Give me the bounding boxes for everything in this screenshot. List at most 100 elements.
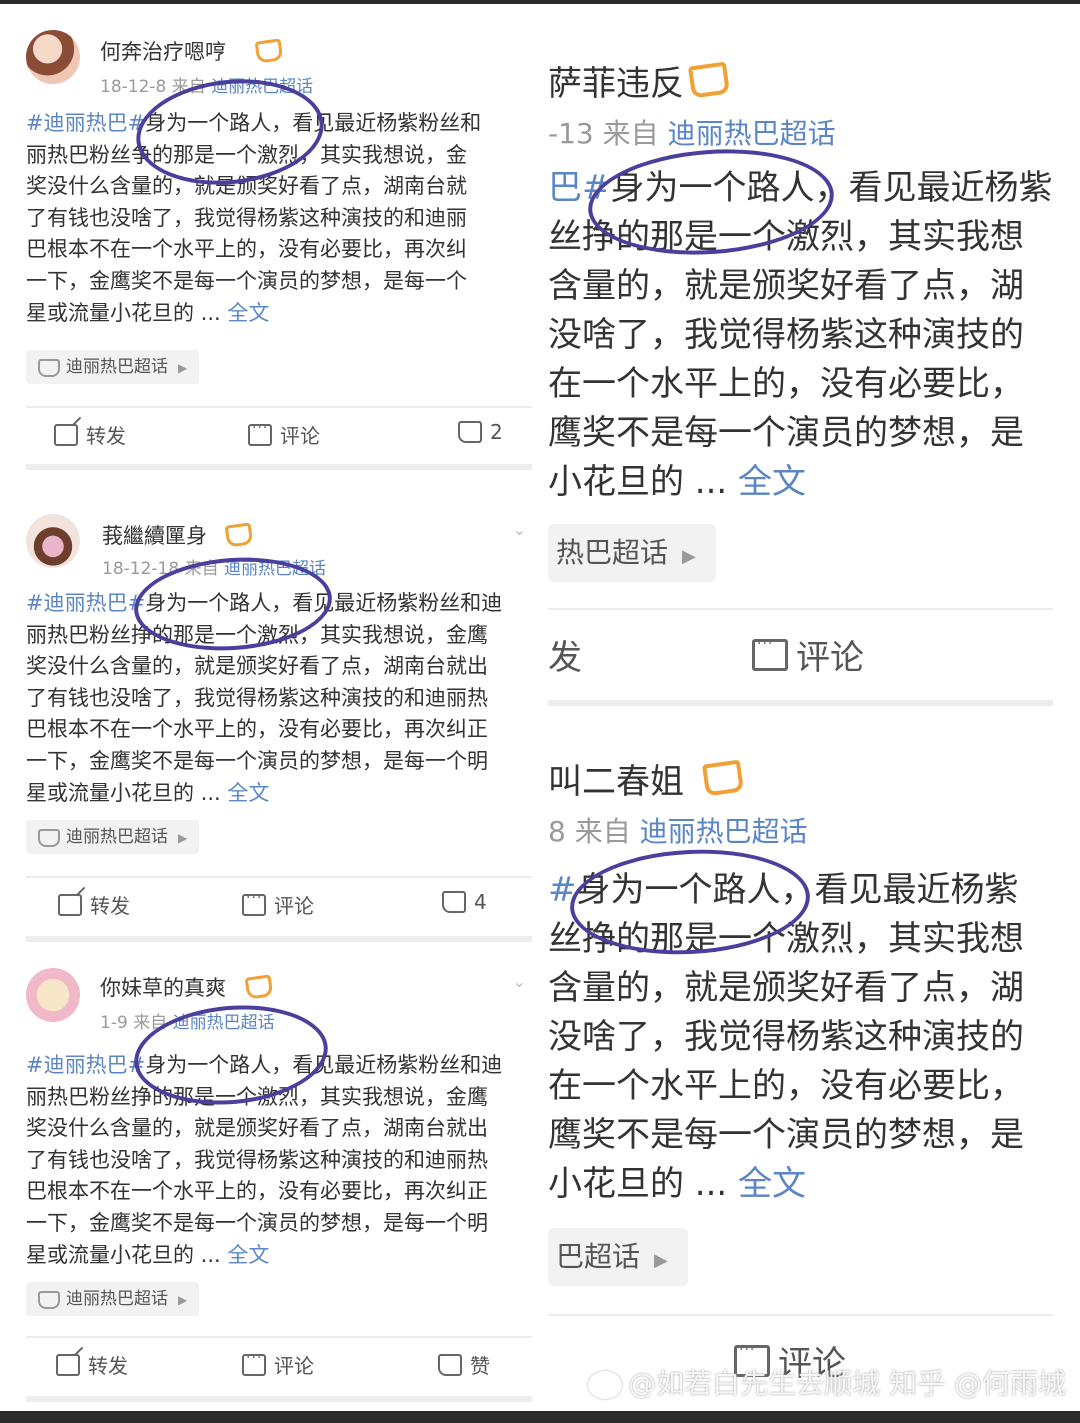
chevron-right-icon: ▶ [178,361,188,375]
full-text-link[interactable]: 全文 [738,462,806,502]
repost-label: 转发 [88,1354,128,1378]
like-count: 4 [474,890,487,914]
action-bar: 发 评论 [548,630,1053,680]
full-text-link[interactable]: 全文 [227,301,269,325]
repost-button[interactable]: 发 [548,630,582,679]
comment-label: 评论 [274,1354,314,1378]
full-text-link[interactable]: 全文 [738,1164,806,1204]
repost-button[interactable]: 转发 [56,1350,128,1379]
comment-label: 评论 [796,638,864,678]
divider [26,406,532,408]
comment-icon [242,1350,266,1376]
body-line: 了有钱也没啥了，我觉得杨紫这种演技的和迪丽 [26,205,467,230]
comment-icon [752,636,788,671]
username[interactable]: 莪繼續匰身 [102,520,207,550]
like-button[interactable]: 4 [442,890,487,914]
like-label: 赞 [470,1354,490,1378]
action-bar: 转发 评论 4 [26,890,532,930]
chevron-right-icon: ▶ [178,831,188,845]
body-line: 鹰奖不是每一个演员的梦想，是 [548,413,1024,453]
left-screenshot: 何奔治疗嗯哼 18-12-8 来自 迪丽热巴超话 #迪丽热巴#身为一个路人，看见… [26,10,532,1410]
post-date: -13 [548,117,594,150]
source-link[interactable]: 迪丽热巴超话 [668,117,836,150]
body-line: 巴根本不在一个水平上的，没有必要比，再次纠正 [26,717,488,742]
body-line: 巴根本不在一个水平上的，没有必要比，再次纠正 [26,1179,488,1204]
topic-tag[interactable]: #迪丽热巴# [26,111,145,135]
post-separator [548,700,1053,706]
chip-label: 巴超话 [556,1240,641,1273]
comment-button[interactable]: 评论 [752,630,864,679]
thumbs-up-icon [438,1353,462,1376]
source-prefix: 来自 [574,815,631,848]
post-meta: 8 来自 迪丽热巴超话 [548,810,808,850]
comment-button[interactable]: 评论 [242,1350,314,1379]
supertopic-chip[interactable]: 巴超话 ▶ [548,1228,688,1286]
weibo-watermark: @如若白先生去顺城 [628,1367,881,1400]
topic-tag[interactable]: #迪丽热巴# [26,1053,145,1077]
chip-label: 热巴超话 [556,536,669,569]
vip-badge-icon [244,974,274,1000]
username[interactable]: 萨菲违反 [548,56,684,105]
avatar[interactable] [26,514,80,568]
repost-icon [56,1353,80,1376]
post-date: 1-9 [100,1013,128,1033]
topic-tag[interactable]: #迪丽热巴# [26,591,145,615]
full-text-link[interactable]: 全文 [227,1243,269,1267]
body-line: 巴根本不在一个水平上的，没有必要比，再次纠 [26,237,467,262]
chevron-right-icon: ▶ [178,1293,188,1307]
repost-button[interactable]: 转发 [58,890,130,919]
repost-label: 发 [548,638,582,678]
chip-label: 迪丽热巴超话 [66,1289,168,1309]
source-prefix: 来自 [602,117,659,150]
repost-icon [54,423,78,446]
body-line: 鹰奖不是每一个演员的梦想，是 [548,1115,1024,1155]
vip-badge-icon [687,61,731,99]
supertopic-chip[interactable]: 迪丽热巴超话 ▶ [26,350,200,384]
more-chevron-icon[interactable]: ⌄ [513,972,526,991]
supertopic-chip[interactable]: 迪丽热巴超话 ▶ [26,1282,200,1316]
body-line: 星或流量小花旦的 ... [26,300,228,325]
comment-button[interactable]: 评论 [242,890,314,919]
username[interactable]: 你妹草的真爽 [100,972,226,1002]
like-button[interactable]: 赞 [438,1350,490,1379]
divider [548,1314,1053,1316]
more-chevron-icon[interactable]: ⌄ [513,520,526,539]
chevron-right-icon: ▶ [682,546,696,567]
avatar[interactable] [26,968,80,1022]
repost-button[interactable]: 转发 [54,420,126,449]
body-line: 小花旦的 ... [548,1164,739,1204]
vip-badge-icon [224,522,254,548]
comment-button[interactable]: 评论 [248,420,320,449]
post-meta: -13 来自 迪丽热巴超话 [548,112,836,152]
supertopic-icon [38,359,60,377]
post-separator [26,1396,532,1402]
action-bar: 转发 评论 赞 [26,1350,532,1390]
body-line: 星或流量小花旦的 ... [26,780,228,805]
body-line: 没啥了，我觉得杨紫这种演技的 [548,315,1024,355]
avatar[interactable] [26,30,80,84]
bottom-border [0,1411,1080,1423]
thumbs-up-icon [458,421,482,443]
body-line: 奖没什么含量的，就是颁奖好看了点，湖南台就出 [26,654,488,679]
like-button[interactable]: 2 [458,420,503,444]
action-bar: 转发 评论 2 [26,420,532,460]
chip-label: 迪丽热巴超话 [66,357,168,377]
supertopic-icon [38,829,60,847]
body-line: 星或流量小花旦的 ... [26,1242,228,1267]
post-separator [26,464,532,470]
divider [548,608,1053,610]
body-line: 含量的，就是颁奖好看了点，湖 [548,968,1024,1008]
watermark: @如若白先生去顺城 知乎 @何雨城 [588,1362,1066,1402]
body-line: 一下，金鹰奖不是每一个演员的梦想，是每一个 [26,268,467,293]
weibo-logo-icon [588,1371,623,1399]
supertopic-chip[interactable]: 迪丽热巴超话 ▶ [26,820,200,854]
source-link[interactable]: 迪丽热巴超话 [640,815,808,848]
thumbs-up-icon [442,891,466,913]
supertopic-chip[interactable]: 热巴超话 ▶ [548,524,716,582]
zhihu-watermark: 知乎 @何雨城 [889,1367,1066,1400]
full-text-link[interactable]: 全文 [227,781,269,805]
username[interactable]: 叫二春姐 [548,754,684,803]
username[interactable]: 何奔治疗嗯哼 [100,36,226,66]
post-separator [26,936,532,942]
body-line: 没啥了，我觉得杨紫这种演技的 [548,1017,1024,1057]
